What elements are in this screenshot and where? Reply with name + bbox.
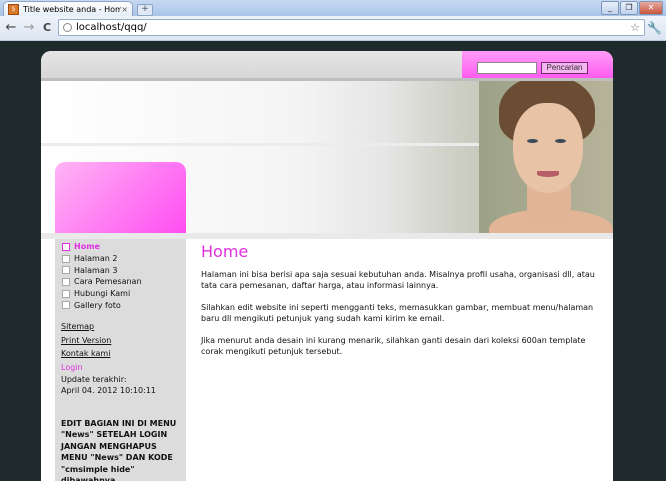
menu-bullet-icon bbox=[62, 266, 70, 275]
browser-toolbar: ← → C localhost/qqq/ ☆ 🔧 bbox=[0, 16, 666, 41]
minimize-button[interactable]: _ bbox=[601, 1, 619, 15]
menu-bullet-icon bbox=[62, 301, 70, 310]
sidebar-links: Sitemap Print Version Kontak kami bbox=[55, 311, 186, 361]
menu-item-hubungi-kami[interactable]: Hubungi Kami bbox=[62, 288, 186, 300]
site-favicon-icon: S bbox=[8, 3, 19, 15]
photo-eye-right bbox=[555, 139, 566, 143]
menu-bullet-icon bbox=[62, 277, 70, 286]
last-updated-value: April 04. 2012 10:10:11 bbox=[61, 386, 156, 396]
address-url: localhost/qqq/ bbox=[76, 22, 147, 33]
bookmark-star-icon[interactable]: ☆ bbox=[630, 21, 644, 34]
photo-mouth bbox=[537, 171, 559, 177]
window-controls: _ ❐ ✕ bbox=[601, 1, 663, 15]
close-window-button[interactable]: ✕ bbox=[639, 1, 663, 15]
menu-item-label: Halaman 2 bbox=[74, 254, 118, 264]
menu-item-label: Halaman 3 bbox=[74, 265, 118, 275]
back-icon[interactable]: ← bbox=[4, 20, 18, 36]
sitemap-link[interactable]: Sitemap bbox=[61, 320, 186, 334]
photo-face bbox=[513, 103, 583, 193]
menu-item-cara-pemesanan[interactable]: Cara Pemesanan bbox=[62, 276, 186, 288]
search-area: Pencarian bbox=[462, 51, 613, 78]
menu-item-halaman-3[interactable]: Halaman 3 bbox=[62, 264, 186, 276]
new-tab-button[interactable]: + bbox=[137, 4, 153, 16]
tab-title: Title website anda - Home bbox=[23, 4, 122, 14]
restore-button[interactable]: ❐ bbox=[620, 1, 638, 15]
menu-item-home[interactable]: Home bbox=[62, 241, 186, 253]
site-container: Pencarian Home Halaman 2 Halaman 3 Cara Pem… bbox=[41, 51, 613, 481]
main-menu: Home Halaman 2 Halaman 3 Cara Pemesanan Hubu… bbox=[55, 239, 186, 311]
menu-item-label: Cara Pemesanan bbox=[74, 277, 142, 287]
menu-item-label: Gallery foto bbox=[74, 300, 121, 310]
sidebar: Home Halaman 2 Halaman 3 Cara Pemesanan Hubu… bbox=[55, 239, 186, 481]
main-content: Home Halaman ini bisa berisi apa saja se… bbox=[201, 239, 601, 368]
header-woman-photo bbox=[479, 81, 613, 233]
browser-tab[interactable]: S Title website anda - Home × bbox=[3, 1, 133, 16]
news-note: EDIT BAGIAN INI DI MENU "News" SETELAH L… bbox=[61, 418, 177, 481]
content-paragraph: Halaman ini bisa berisi apa saja sesuai … bbox=[201, 270, 595, 290]
content-paragraph: Jika menurut anda desain ini kurang mena… bbox=[201, 336, 586, 356]
menu-item-gallery-foto[interactable]: Gallery foto bbox=[62, 299, 186, 311]
menu-item-halaman-2[interactable]: Halaman 2 bbox=[62, 253, 186, 265]
contact-link[interactable]: Kontak kami bbox=[61, 347, 186, 361]
page-title: Home bbox=[201, 242, 249, 261]
login-link[interactable]: Login bbox=[55, 361, 186, 374]
menu-item-label: Hubungi Kami bbox=[74, 289, 131, 299]
print-version-link[interactable]: Print Version bbox=[61, 334, 186, 348]
wrench-icon[interactable]: 🔧 bbox=[647, 21, 662, 35]
page-viewport: Pencarian Home Halaman 2 Halaman 3 Cara Pem… bbox=[0, 41, 666, 481]
photo-eye-left bbox=[527, 139, 538, 143]
window-titlebar: S Title website anda - Home × + _ ❐ ✕ bbox=[0, 0, 666, 16]
reload-icon[interactable]: C bbox=[40, 20, 54, 36]
content-paragraph: Silahkan edit website ini seperti mengga… bbox=[201, 303, 594, 323]
last-updated-label: Update terakhir: bbox=[61, 374, 127, 384]
menu-bullet-icon bbox=[62, 289, 70, 298]
menu-bullet-icon bbox=[62, 242, 70, 251]
search-button[interactable]: Pencarian bbox=[541, 62, 588, 74]
globe-icon bbox=[63, 23, 72, 32]
menu-item-label: Home bbox=[74, 242, 100, 252]
forward-icon[interactable]: → bbox=[22, 20, 36, 36]
pink-sidebar-header bbox=[55, 162, 186, 234]
tab-close-icon[interactable]: × bbox=[121, 5, 132, 14]
search-input[interactable] bbox=[477, 62, 537, 74]
address-bar[interactable]: localhost/qqq/ ☆ bbox=[58, 19, 645, 36]
menu-bullet-icon bbox=[62, 254, 70, 263]
